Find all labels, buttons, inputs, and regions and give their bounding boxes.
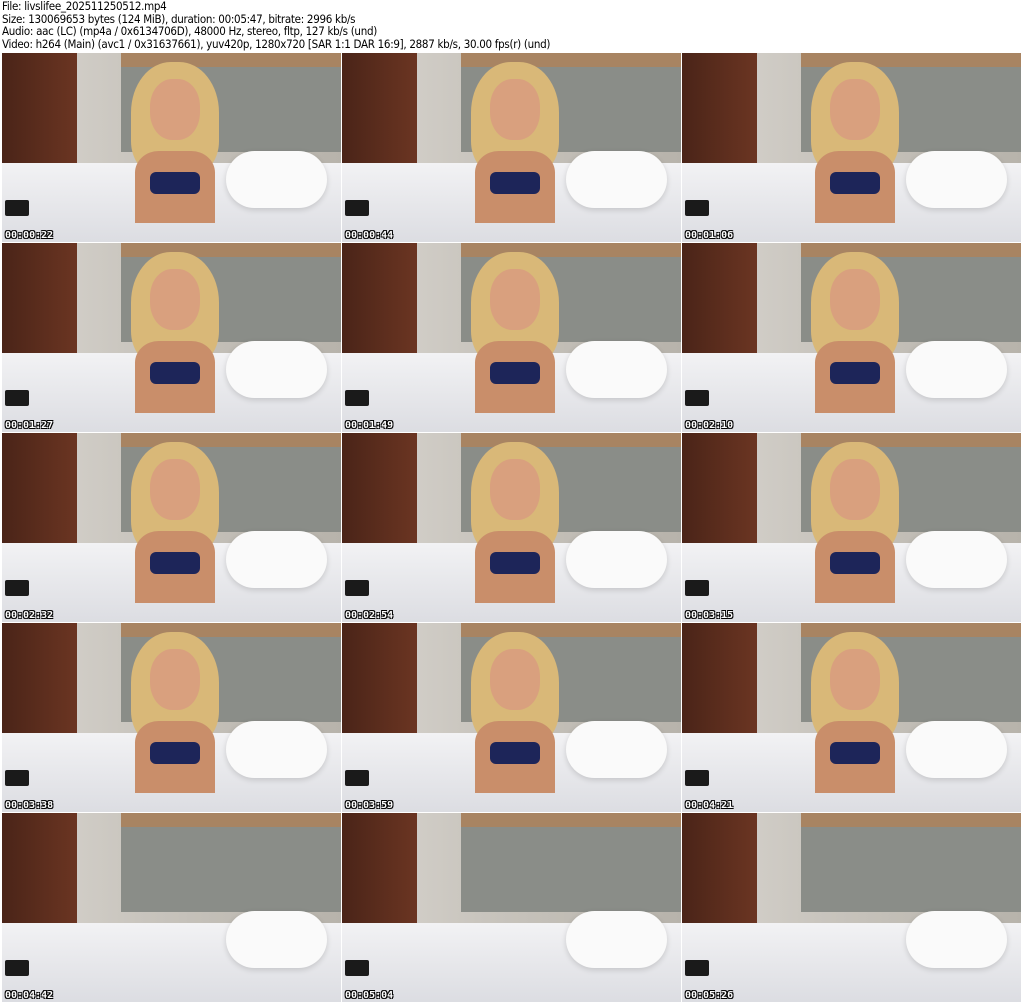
- pillow: [225, 721, 328, 778]
- timestamp: 00:03:15: [685, 610, 734, 621]
- video-thumbnail: 00:04:42: [2, 813, 341, 1002]
- video-thumbnail: 00:00:44: [342, 53, 681, 242]
- pillow: [565, 531, 668, 588]
- phone: [345, 580, 370, 596]
- phone: [5, 580, 30, 596]
- timestamp: 00:00:44: [345, 230, 394, 241]
- pillow: [225, 911, 328, 968]
- person: [470, 252, 559, 414]
- phone: [685, 960, 710, 976]
- person: [130, 62, 219, 224]
- phone: [345, 770, 370, 786]
- pillow: [905, 531, 1008, 588]
- phone: [5, 390, 30, 406]
- video-thumbnail: 00:00:22: [2, 53, 341, 242]
- phone: [685, 390, 710, 406]
- video-thumbnail: 00:03:15: [682, 433, 1021, 622]
- timestamp: 00:00:22: [5, 230, 54, 241]
- timestamp: 00:04:42: [5, 990, 54, 1001]
- headboard: [460, 813, 681, 913]
- pillow: [905, 151, 1008, 208]
- timestamp: 00:03:59: [345, 800, 394, 811]
- video-thumbnail: 00:01:27: [2, 243, 341, 432]
- phone: [5, 200, 30, 216]
- timestamp: 00:01:06: [685, 230, 734, 241]
- person: [470, 632, 559, 794]
- person: [810, 632, 899, 794]
- pillow: [905, 911, 1008, 968]
- person: [470, 442, 559, 604]
- video-info: Video: h264 (Main) (avc1 / 0x31637661), …: [2, 36, 551, 51]
- file-name: File: livslifee_202511250512.mp4: [2, 0, 167, 13]
- person: [130, 632, 219, 794]
- phone: [345, 390, 370, 406]
- timestamp: 00:02:54: [345, 610, 394, 621]
- headboard: [800, 813, 1021, 913]
- headboard: [120, 813, 341, 913]
- phone: [685, 770, 710, 786]
- person: [810, 442, 899, 604]
- timestamp: 00:02:10: [685, 420, 734, 431]
- phone: [345, 200, 370, 216]
- timestamp: 00:01:27: [5, 420, 54, 431]
- video-thumbnail: 00:02:54: [342, 433, 681, 622]
- video-thumbnail: 00:05:04: [342, 813, 681, 1002]
- pillow: [565, 911, 668, 968]
- video-thumbnail: 00:04:21: [682, 623, 1021, 812]
- timestamp: 00:05:04: [345, 990, 394, 1001]
- pillow: [905, 341, 1008, 398]
- pillow: [565, 151, 668, 208]
- timestamp: 00:04:21: [685, 800, 734, 811]
- phone: [685, 580, 710, 596]
- person: [130, 442, 219, 604]
- person: [470, 62, 559, 224]
- audio-info: Audio: aac (LC) (mp4a / 0x6134706D), 480…: [2, 24, 377, 38]
- phone: [345, 960, 370, 976]
- timestamp: 00:03:38: [5, 800, 54, 811]
- person: [130, 252, 219, 414]
- pillow: [905, 721, 1008, 778]
- video-thumbnail: 00:05:26: [682, 813, 1021, 1002]
- pillow: [225, 151, 328, 208]
- timestamp: 00:05:26: [685, 990, 734, 1001]
- timestamp: 00:02:32: [5, 610, 54, 621]
- pillow: [565, 721, 668, 778]
- pillow: [225, 531, 328, 588]
- video-thumbnail: 00:01:06: [682, 53, 1021, 242]
- phone: [5, 770, 30, 786]
- phone: [685, 200, 710, 216]
- thumbnail-grid: 00:00:22 00:00:44 00:01:06 00:01:27 00:01:49…: [2, 53, 1021, 1002]
- pillow: [565, 341, 668, 398]
- person: [810, 252, 899, 414]
- video-thumbnail: 00:01:49: [342, 243, 681, 432]
- person: [810, 62, 899, 224]
- video-thumbnail: 00:02:32: [2, 433, 341, 622]
- phone: [5, 960, 30, 976]
- timestamp: 00:01:49: [345, 420, 394, 431]
- pillow: [225, 341, 328, 398]
- file-info-header: File: livslifee_202511250512.mp4 Size: 13…: [2, 0, 550, 50]
- video-thumbnail: 00:02:10: [682, 243, 1021, 432]
- video-thumbnail: 00:03:38: [2, 623, 341, 812]
- video-thumbnail: 00:03:59: [342, 623, 681, 812]
